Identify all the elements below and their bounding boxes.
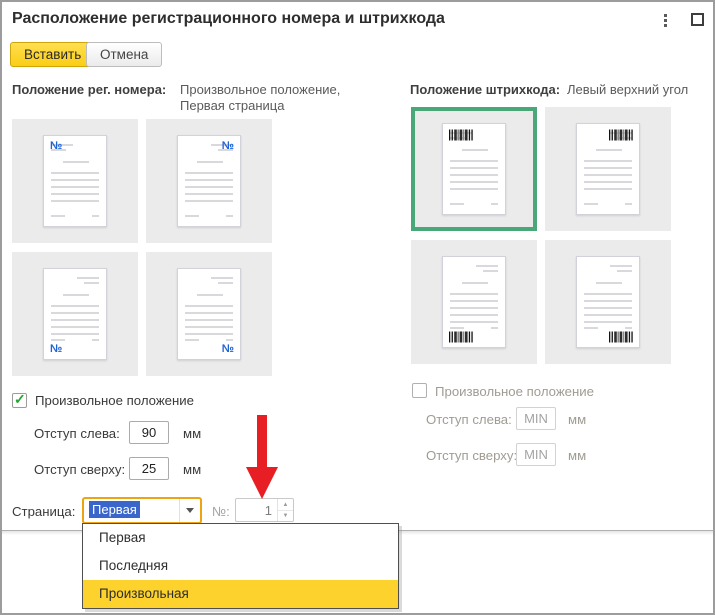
reg-offset-left-unit: мм — [183, 426, 202, 441]
reg-position-value-line2: Первая страница — [180, 98, 285, 113]
barcode-arbitrary-position-checkbox[interactable] — [412, 383, 427, 398]
reg-position-grid: № № № № — [12, 119, 272, 376]
page-preview — [442, 256, 506, 348]
barcode-icon — [449, 129, 473, 141]
page-preview: № — [177, 135, 241, 227]
dropdown-item-1[interactable]: Последняя — [83, 552, 398, 580]
page-number-stepper[interactable]: 1 ▲ ▼ — [235, 498, 294, 522]
red-arrow-icon — [246, 415, 278, 499]
page-preview — [576, 256, 640, 348]
barcode-position-label: Положение штрихкода: — [410, 82, 561, 97]
barcode-offset-left-label: Отступ слева: — [426, 412, 512, 427]
reg-number-marker: № — [221, 343, 234, 355]
reg-offset-top-label: Отступ сверху: — [34, 462, 126, 477]
chevron-down-icon[interactable] — [179, 499, 200, 522]
reg-offset-left-input[interactable] — [129, 421, 169, 444]
page-number-label: №: — [212, 504, 230, 519]
dropdown-item-2[interactable]: Произвольная — [83, 580, 398, 608]
page-combobox-value: Первая — [89, 501, 140, 518]
window-menu-icon[interactable] — [664, 14, 667, 27]
page-label: Страница: — [12, 504, 76, 519]
barcode-offset-left-input — [516, 407, 556, 430]
barcode-offset-left-unit: мм — [568, 412, 587, 427]
reg-number-marker: № — [221, 140, 234, 152]
barcode-position-grid — [411, 107, 671, 364]
reg-arbitrary-position-label: Произвольное положение — [35, 393, 194, 408]
page-preview: № — [43, 268, 107, 360]
page-number-value: 1 — [264, 503, 272, 518]
reg-offset-top-unit: мм — [183, 462, 202, 477]
barcode-offset-top-unit: мм — [568, 448, 587, 463]
page-preview — [442, 123, 506, 215]
reg-tile-top-right[interactable]: № — [146, 119, 272, 243]
reg-position-value: Произвольное положение, Первая страница — [180, 82, 340, 114]
reg-tile-bottom-left[interactable]: № — [12, 252, 138, 376]
barcode-position-value: Левый верхний угол — [567, 82, 689, 97]
dropdown-item-0[interactable]: Первая — [83, 524, 398, 552]
reg-offset-top-input[interactable] — [129, 457, 169, 480]
insert-button[interactable]: Вставить — [10, 42, 96, 67]
barcode-tile-bottom-right[interactable] — [545, 240, 671, 364]
stepper-buttons: ▲ ▼ — [277, 499, 293, 521]
page-preview: № — [43, 135, 107, 227]
reg-number-marker: № — [50, 140, 63, 152]
barcode-tile-top-left[interactable] — [411, 107, 537, 231]
reg-offset-left-label: Отступ слева: — [34, 426, 120, 441]
reg-position-label: Положение рег. номера: — [12, 82, 167, 97]
barcode-offset-top-label: Отступ сверху: — [426, 448, 518, 463]
maximize-icon[interactable] — [691, 13, 704, 26]
page-preview — [576, 123, 640, 215]
stepper-down-icon[interactable]: ▼ — [278, 510, 293, 521]
dialog-title: Расположение регистрационного номера и ш… — [12, 10, 445, 27]
barcode-tile-top-right[interactable] — [545, 107, 671, 231]
page-combobox[interactable]: Первая — [82, 497, 202, 524]
stepper-up-icon[interactable]: ▲ — [278, 499, 293, 510]
reg-number-marker: № — [50, 343, 63, 355]
reg-tile-top-left[interactable]: № — [12, 119, 138, 243]
barcode-tile-bottom-left[interactable] — [411, 240, 537, 364]
reg-position-value-line1: Произвольное положение, — [180, 82, 341, 97]
barcode-icon — [609, 331, 633, 343]
reg-tile-bottom-right[interactable]: № — [146, 252, 272, 376]
page-dropdown-list: Первая Последняя Произвольная — [82, 523, 399, 609]
barcode-icon — [449, 331, 473, 343]
dialog-window: Расположение регистрационного номера и ш… — [0, 0, 715, 615]
cancel-button[interactable]: Отмена — [86, 42, 163, 67]
reg-arbitrary-position-checkbox[interactable]: ✓ — [12, 391, 27, 408]
barcode-icon — [609, 129, 633, 141]
barcode-arbitrary-position-label: Произвольное положение — [435, 384, 594, 399]
page-preview: № — [177, 268, 241, 360]
checkmark-icon: ✓ — [14, 391, 26, 407]
barcode-offset-top-input — [516, 443, 556, 466]
